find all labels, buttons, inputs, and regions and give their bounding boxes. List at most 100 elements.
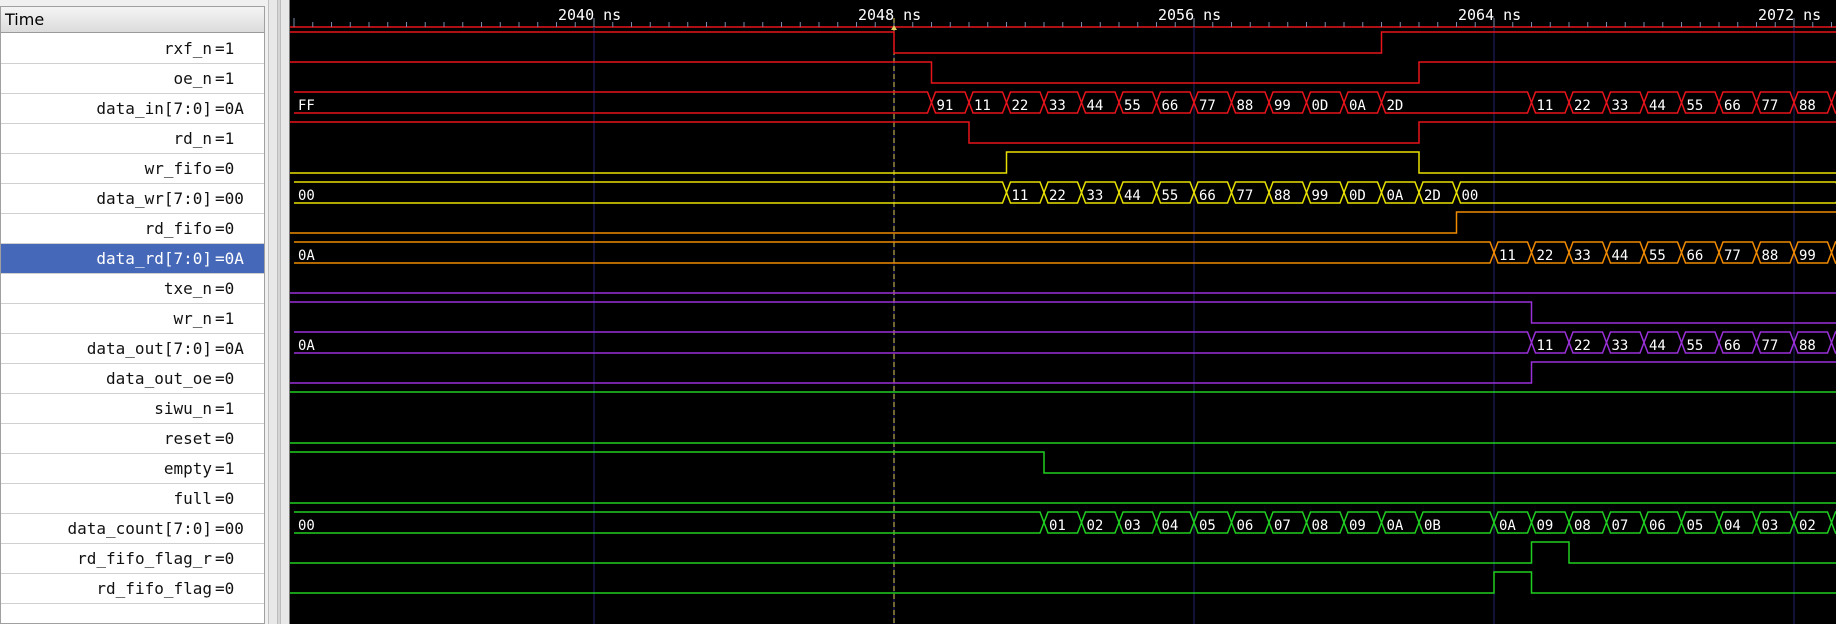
signal-name: wr_n [173, 309, 212, 328]
signal-value: =0 [215, 279, 235, 298]
waveform-canvas[interactable]: 2040 ns 2048 ns 2056 ns 2064 ns 2072 ns FF 91 1… [290, 0, 1836, 624]
signal-row[interactable]: data_out_oe =0 [1, 364, 264, 394]
signal-name: txe_n [163, 279, 212, 298]
bus-value-label: 99 [1274, 98, 1291, 114]
bus-value-label: 00 [298, 518, 315, 534]
waveform-viewer[interactable]: 2040 ns 2048 ns 2056 ns 2064 ns 2072 ns FF 91 1… [290, 0, 1836, 624]
signal-name: rd_fifo_flag [96, 579, 212, 598]
bus-value-label: 07 [1274, 518, 1291, 534]
bus-value-label: 2D [1387, 98, 1404, 114]
signal-row[interactable]: data_wr[7:0] =00 [1, 184, 264, 214]
signal-name: reset [163, 429, 212, 448]
bus-value-label: FF [298, 98, 315, 114]
waveform-rd_fifo_flag [290, 571, 1836, 594]
bus-value-label: 06 [1237, 518, 1254, 534]
signal-row[interactable]: rd_fifo_flag_r =0 [1, 544, 264, 574]
bus-value-label: 04 [1162, 518, 1179, 534]
bus-value-label: 44 [1087, 98, 1104, 114]
bus-value-label: 88 [1799, 98, 1816, 114]
signal-value: =0 [215, 219, 235, 238]
signal-row[interactable]: rxf_n =1 [1, 34, 264, 64]
signal-value: =0 [215, 489, 235, 508]
signal-row[interactable]: empty =1 [1, 454, 264, 484]
bus-value-label: 03 [1124, 518, 1141, 534]
signal-row[interactable]: data_in[7:0] =0A [1, 94, 264, 124]
bus-value-label: 33 [1049, 98, 1066, 114]
ruler-label: 2048 ns [858, 6, 921, 24]
ruler-label: 2064 ns [1458, 6, 1521, 24]
signal-name: data_rd[7:0] [96, 249, 212, 268]
signal-row[interactable]: txe_n =0 [1, 274, 264, 304]
bus-value-label: 03 [1762, 518, 1779, 534]
bus-value-label: 66 [1687, 248, 1704, 264]
signal-row[interactable]: oe_n =1 [1, 64, 264, 94]
bus-value-label: 99 [1312, 188, 1329, 204]
bus-value-label: 2D [1424, 188, 1441, 204]
ruler-label: 2072 ns [1758, 6, 1821, 24]
bus-value-label: 11 [1012, 188, 1029, 204]
bus-value-label: 77 [1724, 248, 1741, 264]
splitter-grip[interactable] [277, 0, 281, 624]
bus-value-label: 44 [1649, 98, 1666, 114]
bus-segment [1380, 91, 1533, 114]
signal-row[interactable]: data_rd[7:0] =0A [1, 244, 264, 274]
bus-segment [1830, 511, 1836, 534]
signal-row[interactable]: rd_fifo_flag =0 [1, 574, 264, 604]
signal-row[interactable]: siwu_n =1 [1, 394, 264, 424]
bus-value-label: 77 [1762, 98, 1779, 114]
bus-value-label: 77 [1237, 188, 1254, 204]
waveform-rd_fifo_flag_r [290, 541, 1836, 564]
bus-value-label: 04 [1724, 518, 1741, 534]
waveform-wr_n [290, 301, 1836, 324]
signal-list[interactable]: Time rxf_n =1 oe_n =1 data_in[7:0] =0A rd_n =1 w… [0, 6, 265, 624]
signal-value: =0 [215, 429, 235, 448]
bus-value-label: 0A [1387, 188, 1404, 204]
signal-name: data_wr[7:0] [96, 189, 212, 208]
signal-name: data_out_oe [106, 369, 212, 388]
bus-value-label: 33 [1612, 98, 1629, 114]
signal-row[interactable]: data_out[7:0] =0A [1, 334, 264, 364]
bus-value-label: 05 [1199, 518, 1216, 534]
bus-value-label: 11 [974, 98, 991, 114]
bus-value-label: 22 [1574, 98, 1591, 114]
bus-value-label: 0A [1499, 518, 1516, 534]
signal-name-panel: Time rxf_n =1 oe_n =1 data_in[7:0] =0A rd_n =1 w… [0, 0, 268, 624]
bus-value-label: 09 [1349, 518, 1366, 534]
bus-value-label: 22 [1049, 188, 1066, 204]
bus-value-label: 0B [1424, 518, 1441, 534]
bus-value-label: 06 [1649, 518, 1666, 534]
bus-value-label: 0A [298, 338, 315, 354]
bus-value-label: 0A [1387, 518, 1404, 534]
time-column-header: Time [1, 7, 264, 33]
bus-value-label: 88 [1799, 338, 1816, 354]
ruler-label: 2056 ns [1158, 6, 1221, 24]
signal-row[interactable]: rd_fifo =0 [1, 214, 264, 244]
signal-name: data_out[7:0] [86, 339, 212, 358]
bus-segment [294, 181, 1008, 204]
signal-name: full [173, 489, 212, 508]
bus-segment [294, 331, 1533, 354]
waveform-rd_n [290, 121, 1836, 144]
bus-value-label: 55 [1162, 188, 1179, 204]
signal-row[interactable]: reset =0 [1, 424, 264, 454]
signal-row[interactable]: wr_n =1 [1, 304, 264, 334]
bus-value-label: 44 [1124, 188, 1141, 204]
signal-name: oe_n [173, 69, 212, 88]
signal-value: =0 [215, 159, 235, 178]
signal-name: data_in[7:0] [96, 99, 212, 118]
signal-row[interactable]: full =0 [1, 484, 264, 514]
bus-value-label: 07 [1612, 518, 1629, 534]
bus-value-label: 11 [1537, 338, 1554, 354]
signal-value: =1 [215, 39, 235, 58]
bus-value-label: 00 [298, 188, 315, 204]
bus-value-label: 01 [1049, 518, 1066, 534]
pane-splitter[interactable] [268, 0, 290, 624]
signal-row[interactable]: wr_fifo =0 [1, 154, 264, 184]
signal-name: rd_fifo [144, 219, 212, 238]
signal-name: siwu_n [154, 399, 212, 418]
signal-row[interactable]: rd_n =1 [1, 124, 264, 154]
bus-value-label: 66 [1724, 98, 1741, 114]
signal-row[interactable]: data_count[7:0] =00 [1, 514, 264, 544]
bus-value-label: 22 [1537, 248, 1554, 264]
signal-value: =0 [215, 369, 235, 388]
